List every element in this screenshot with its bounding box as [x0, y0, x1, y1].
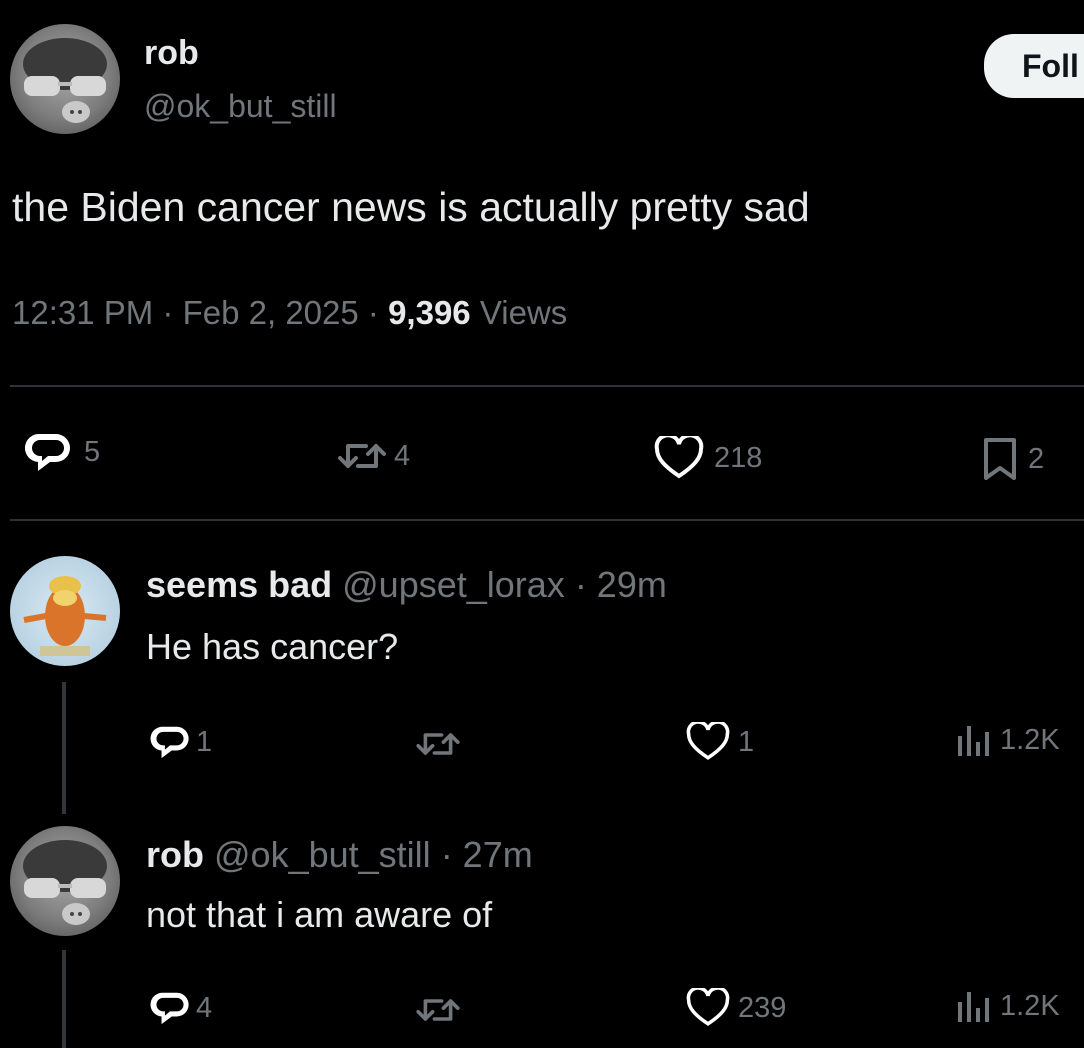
reply-views-count: 1.2K	[1000, 989, 1060, 1022]
reply-text: He has cancer?	[146, 626, 399, 667]
reply-author-name[interactable]: rob	[146, 834, 204, 875]
reply-views-button[interactable]: 1.2K	[956, 988, 1060, 1024]
reply-age[interactable]: · 27m	[441, 834, 533, 875]
reply-icon	[150, 726, 189, 759]
author-name[interactable]: rob	[144, 34, 199, 73]
reply-icon	[24, 433, 70, 471]
like-icon	[654, 436, 704, 479]
repost-button[interactable]: 4	[336, 436, 410, 476]
reply-avatar-lorax[interactable]	[10, 556, 120, 666]
meta-separator: ·	[162, 294, 174, 331]
divider	[10, 385, 1084, 387]
like-button[interactable]: 218	[654, 436, 762, 480]
avatar-image	[23, 840, 107, 925]
reply-age[interactable]: · 29m	[575, 564, 667, 605]
reply-reply-button[interactable]: 1	[148, 722, 212, 762]
avatar-image	[23, 38, 107, 123]
reply-text: not that i am aware of	[146, 894, 493, 935]
bookmark-button[interactable]: 2	[980, 436, 1044, 482]
bookmark-count: 2	[1028, 442, 1045, 475]
meta-separator: ·	[367, 294, 379, 331]
repost-icon	[338, 444, 386, 468]
views-icon	[958, 992, 989, 1022]
follow-button[interactable]: Foll	[984, 34, 1084, 98]
reply-icon	[150, 992, 189, 1025]
views-label: Views	[479, 294, 568, 331]
views-count: 9,396	[388, 294, 471, 331]
author-avatar[interactable]	[10, 24, 120, 134]
reply-reply-button[interactable]: 4	[148, 988, 212, 1028]
tweet-text: the Biden cancer news is actually pretty…	[12, 184, 810, 230]
reply-views-count: 1.2K	[1000, 723, 1060, 756]
repost-count: 4	[394, 439, 411, 472]
reply-header: rob @ok_but_still · 27m	[146, 834, 533, 876]
reply-avatar-rob[interactable]	[10, 826, 120, 936]
reply-like-button[interactable]: 1	[686, 722, 754, 762]
tweet-date[interactable]: Feb 2, 2025	[183, 294, 359, 331]
like-count: 218	[714, 441, 763, 474]
reply-reply-count: 4	[196, 991, 213, 1024]
reply-button[interactable]: 5	[22, 430, 100, 474]
views-icon	[958, 726, 989, 756]
thread-line	[62, 682, 66, 814]
reply-author-handle[interactable]: @upset_lorax	[342, 564, 565, 605]
reply-author-handle[interactable]: @ok_but_still	[214, 834, 431, 875]
thread-line	[62, 950, 66, 1048]
author-handle[interactable]: @ok_but_still	[144, 88, 337, 125]
reply-reply-count: 1	[196, 725, 213, 758]
repost-icon	[416, 999, 460, 1021]
tweet-meta: 12:31 PM · Feb 2, 2025 · 9,396 Views	[12, 294, 567, 332]
bookmark-icon	[984, 438, 1016, 480]
reply-author-name[interactable]: seems bad	[146, 564, 332, 605]
lorax-image	[23, 576, 107, 656]
reply-like-button[interactable]: 239	[686, 988, 786, 1028]
repost-icon	[416, 733, 460, 755]
reply-views-button[interactable]: 1.2K	[956, 722, 1060, 758]
reply-like-count: 239	[738, 991, 787, 1024]
reply-repost-button[interactable]	[414, 992, 462, 1028]
tweet-time[interactable]: 12:31 PM	[12, 294, 153, 331]
reply-count: 5	[84, 435, 101, 468]
like-icon	[686, 722, 730, 760]
divider	[10, 519, 1084, 521]
reply-repost-button[interactable]	[414, 726, 462, 762]
reply-like-count: 1	[738, 725, 755, 758]
like-icon	[686, 988, 730, 1026]
reply-header: seems bad @upset_lorax · 29m	[146, 564, 667, 606]
